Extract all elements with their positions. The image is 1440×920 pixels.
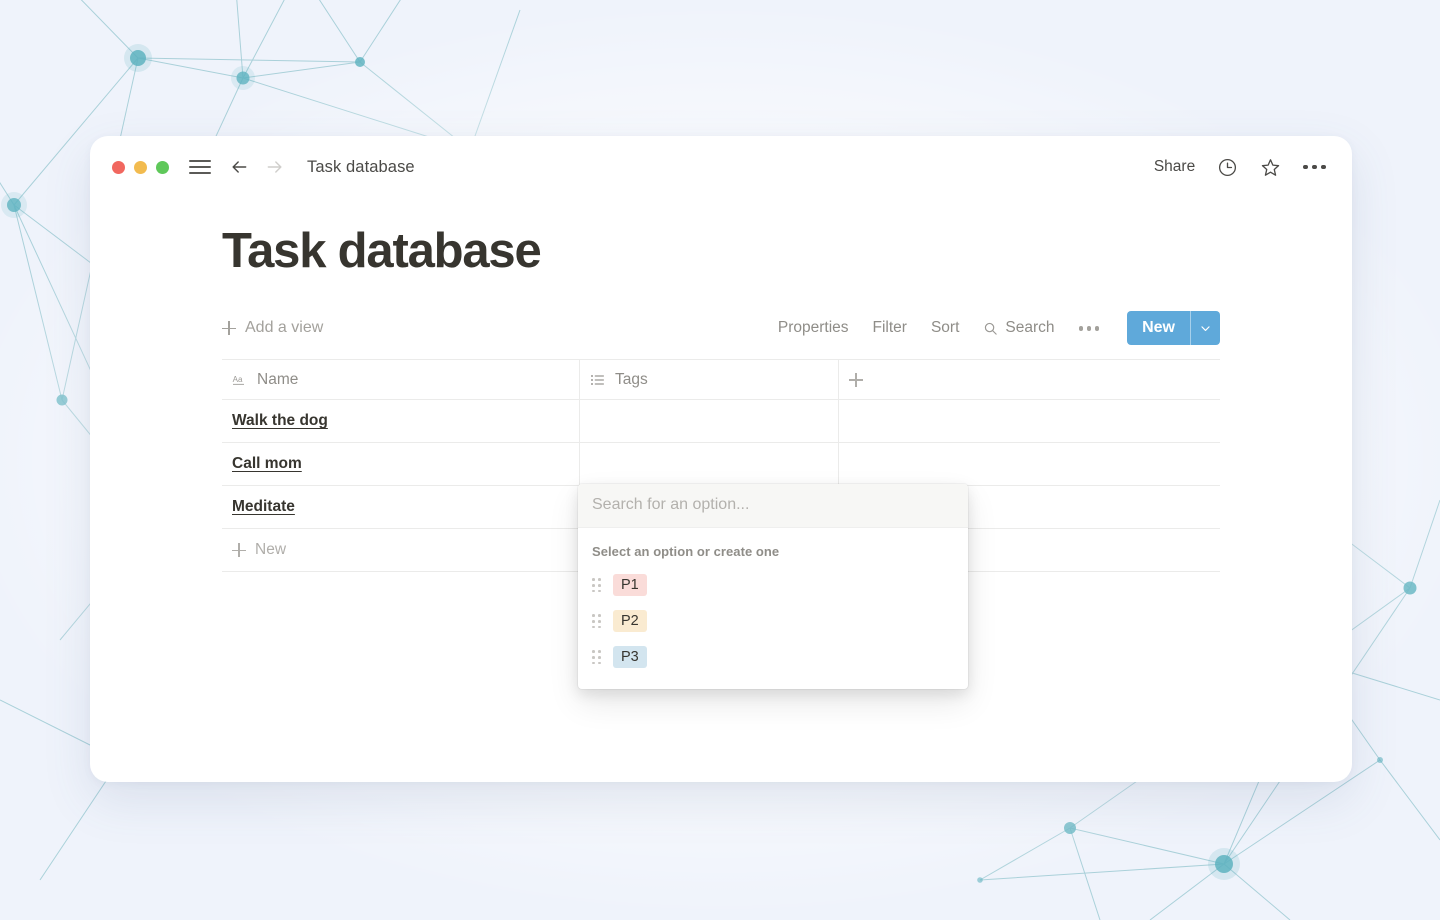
cell-name[interactable]: Meditate xyxy=(222,486,580,529)
plus-icon xyxy=(232,543,246,558)
column-header-tags-label: Tags xyxy=(615,370,648,388)
ellipsis-icon[interactable] xyxy=(1303,161,1326,174)
share-button[interactable]: Share xyxy=(1154,158,1195,176)
new-button-group: New xyxy=(1127,311,1220,346)
window-controls xyxy=(112,160,169,174)
view-toolbar: Add a view Properties Filter Sort Search xyxy=(222,311,1220,346)
table-row[interactable]: Call mom xyxy=(222,443,1220,487)
magnifier-icon xyxy=(985,322,998,335)
list-item[interactable]: P3 xyxy=(578,639,968,675)
cell-empty xyxy=(839,400,1220,442)
select-option-popup: Select an option or create one P1 P2 xyxy=(578,484,968,690)
column-header-name-label: Name xyxy=(257,370,299,388)
multi-select-list-icon xyxy=(591,374,604,385)
arrow-right-icon[interactable] xyxy=(265,157,285,177)
window-titlebar: Task database Share xyxy=(90,136,1352,198)
plus-icon xyxy=(222,321,236,336)
maximize-window-button[interactable] xyxy=(156,160,169,174)
row-title[interactable]: Meditate xyxy=(232,498,295,516)
cell-name[interactable]: Call mom xyxy=(222,443,580,486)
new-button-dropdown[interactable] xyxy=(1190,311,1220,346)
row-title[interactable]: Call mom xyxy=(232,455,302,473)
search-button[interactable]: Search xyxy=(983,319,1055,337)
cell-tags[interactable] xyxy=(580,400,839,443)
drag-handle-icon[interactable] xyxy=(592,650,601,665)
star-icon[interactable] xyxy=(1260,157,1281,178)
plus-icon xyxy=(849,372,863,387)
tag-chip[interactable]: P3 xyxy=(613,646,647,669)
option-search-area xyxy=(578,484,968,529)
clock-icon[interactable] xyxy=(1217,157,1238,178)
tag-chip[interactable]: P2 xyxy=(613,610,647,633)
column-header-tags[interactable]: Tags xyxy=(580,360,839,400)
table-header-row: Aa Name Tags xyxy=(222,359,1220,401)
view-toolbar-actions: Properties Filter Sort Search New xyxy=(778,311,1220,346)
view-more-ellipsis-icon[interactable] xyxy=(1078,326,1100,331)
new-button[interactable]: New xyxy=(1127,311,1190,345)
database-table: Aa Name Tags Walk the dog Call mom Medit… xyxy=(222,359,1220,690)
add-a-view-label: Add a view xyxy=(245,319,324,337)
table-row[interactable]: Walk the dog xyxy=(222,400,1220,444)
tag-chip[interactable]: P1 xyxy=(613,574,647,597)
close-window-button[interactable] xyxy=(112,160,125,174)
drag-handle-icon[interactable] xyxy=(592,578,601,593)
properties-button[interactable]: Properties xyxy=(778,319,849,337)
hamburger-icon[interactable] xyxy=(189,156,211,178)
option-list: Select an option or create one P1 P2 P3 xyxy=(578,528,968,689)
row-title[interactable]: Walk the dog xyxy=(232,412,328,430)
titlebar-actions: Share xyxy=(1154,157,1326,178)
add-a-view-button[interactable]: Add a view xyxy=(222,319,323,337)
window-title: Task database xyxy=(307,157,415,176)
sort-button[interactable]: Sort xyxy=(931,319,959,337)
list-item[interactable]: P1 xyxy=(578,567,968,603)
filter-button[interactable]: Filter xyxy=(873,319,907,337)
arrow-left-icon[interactable] xyxy=(229,157,249,177)
cell-name[interactable]: Walk the dog xyxy=(222,400,580,443)
screen: Task database Share Task database Add a … xyxy=(0,0,1440,920)
minimize-window-button[interactable] xyxy=(134,160,147,174)
cell-tags[interactable] xyxy=(580,443,839,486)
list-item[interactable]: P2 xyxy=(578,603,968,639)
text-aa-icon: Aa xyxy=(233,375,244,385)
chevron-down-icon xyxy=(1201,326,1210,331)
drag-handle-icon[interactable] xyxy=(592,614,601,629)
page-body: Task database Add a view Properties Filt… xyxy=(90,198,1352,690)
option-search-input[interactable] xyxy=(592,496,954,515)
option-list-label: Select an option or create one xyxy=(592,544,780,560)
column-header-name[interactable]: Aa Name xyxy=(222,360,580,400)
app-window: Task database Share Task database Add a … xyxy=(90,136,1352,782)
cell-empty xyxy=(839,443,1220,485)
new-row-label: New xyxy=(255,541,287,559)
navigation-arrows xyxy=(229,157,285,177)
add-column-button[interactable] xyxy=(839,360,1220,399)
svg-text:Aa: Aa xyxy=(233,375,243,384)
search-label: Search xyxy=(1005,319,1055,337)
page-title: Task database xyxy=(222,224,542,278)
